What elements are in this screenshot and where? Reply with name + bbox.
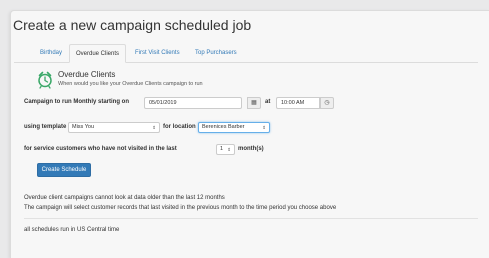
selection-note: The campaign will select customer record… [24, 205, 337, 211]
schedule-start-label: Campaign to run Monthly starting on [24, 99, 129, 105]
chevron-down-icon: ⇕ [152, 125, 156, 130]
at-label: at [265, 99, 271, 105]
tab-birthday[interactable]: Birthday [34, 44, 68, 62]
visit-period-label: for service customers who have not visit… [24, 146, 177, 152]
months-suffix-label: month(s) [238, 146, 264, 152]
months-select-value: 1 [220, 146, 224, 152]
divider [24, 218, 478, 219]
tab-first-visit-clients[interactable]: First Visit Clients [129, 44, 186, 62]
section-title: Overdue Clients [58, 70, 116, 79]
timezone-note: all schedules run in US Central time [24, 227, 120, 233]
create-schedule-button[interactable]: Create Schedule [37, 163, 91, 177]
template-select-value: Miss You [72, 124, 95, 130]
calendar-icon[interactable]: ▦ [247, 97, 261, 109]
campaign-tabs: Birthday Overdue Clients First Visit Cli… [14, 44, 478, 63]
location-select[interactable]: Berenices Barber ⇕ [198, 122, 270, 133]
template-select[interactable]: Miss You ⇕ [68, 122, 160, 133]
section-subtitle: When would you like your Overdue Clients… [58, 81, 203, 87]
data-limit-note: Overdue client campaigns cannot look at … [24, 195, 225, 201]
start-date-input[interactable]: 05/01/2019 [144, 97, 242, 109]
tab-overdue-clients[interactable]: Overdue Clients [69, 44, 127, 63]
location-select-value: Berenices Barber [202, 124, 245, 130]
months-select[interactable]: 1 ⇕ [216, 144, 235, 155]
clock-icon[interactable]: ◷ [320, 97, 334, 109]
start-time-input[interactable]: 10:00 AM [276, 97, 320, 109]
chevron-down-icon: ⇕ [227, 147, 231, 152]
page-title: Create a new campaign scheduled job [13, 17, 252, 33]
alarm-clock-icon [38, 71, 52, 89]
tab-top-purchasers[interactable]: Top Purchasers [189, 44, 243, 62]
location-label: for location [163, 124, 196, 130]
template-label: using template [24, 124, 67, 130]
chevron-down-icon: ⇕ [262, 125, 266, 130]
